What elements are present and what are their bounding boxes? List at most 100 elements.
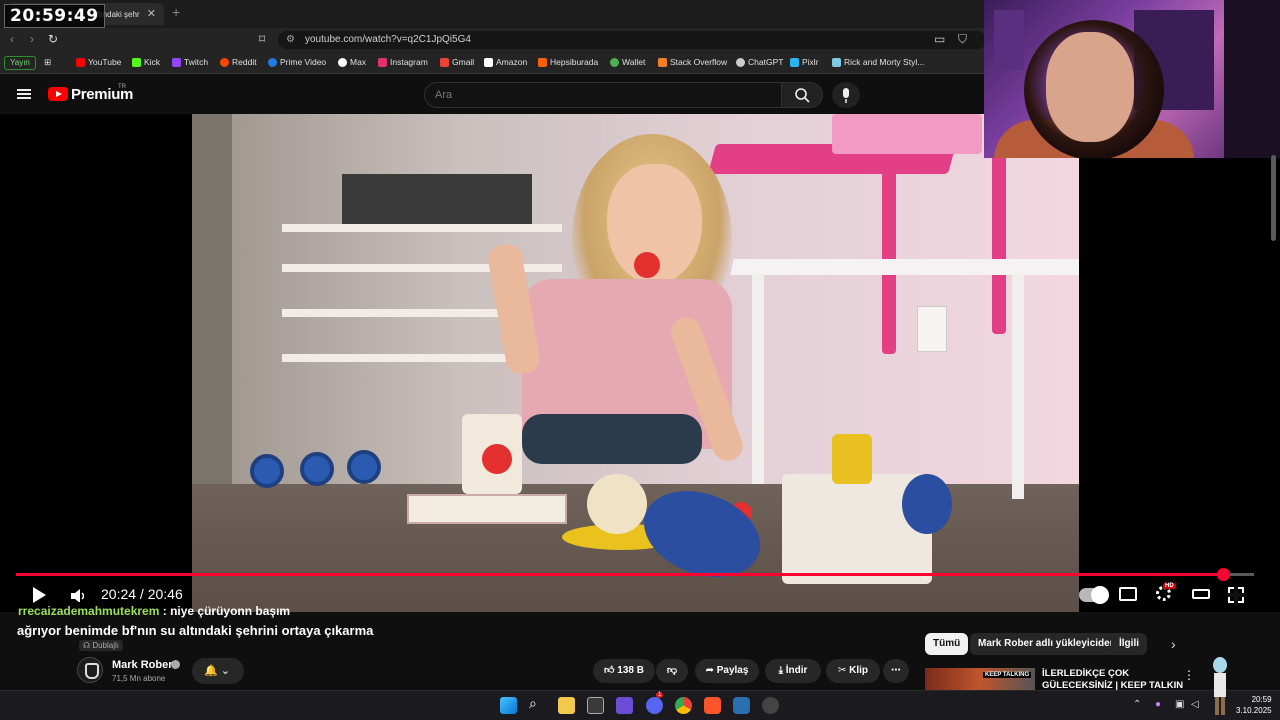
gmail-icon xyxy=(440,57,449,67)
like-button[interactable]: 👍︎ 138 B xyxy=(593,659,655,683)
share-button[interactable]: ➦ Paylaş xyxy=(695,659,759,683)
search-icon xyxy=(795,88,810,103)
chat-text: : niye çürüyonn başım xyxy=(159,604,291,618)
site-info-icon[interactable]: ⚙ xyxy=(286,31,295,49)
video-frame[interactable] xyxy=(192,114,1079,612)
recommendation-thumbnail[interactable]: KEEP TALKING xyxy=(925,668,1035,690)
rick-and-morty-icon xyxy=(832,57,841,67)
recommendation-title[interactable]: İLERLEDİKÇE ÇOK GÜLECEKSİNİZ | KEEP TALK… xyxy=(1042,668,1183,692)
chevron-right-icon[interactable]: › xyxy=(1171,636,1176,652)
speaker-icon[interactable]: ◁ xyxy=(1191,699,1199,710)
forward-icon[interactable]: › xyxy=(30,32,34,46)
discord-icon[interactable]: 1 xyxy=(646,692,664,714)
bookmark-prime-video[interactable]: Prime Video xyxy=(268,57,326,67)
bookmark-chatgpt[interactable]: ChatGPT xyxy=(736,57,783,67)
youtube-logo-icon[interactable] xyxy=(48,87,68,101)
shield-icon[interactable]: ⛉ xyxy=(958,32,967,47)
chip-related[interactable]: İlgili xyxy=(1111,633,1147,655)
kick-icon xyxy=(132,57,141,67)
bookmark-max[interactable]: Max xyxy=(338,57,366,67)
brave-icon[interactable] xyxy=(704,697,721,714)
chip-from-uploader[interactable]: Mark Rober adlı yükleyiciden xyxy=(970,633,1124,655)
voice-search-button[interactable] xyxy=(832,82,860,108)
microphone-icon xyxy=(843,88,849,103)
store-icon[interactable] xyxy=(587,697,604,714)
bookmark-icon[interactable]: ⌑ xyxy=(259,32,265,46)
video-player[interactable] xyxy=(0,0,1280,612)
bookmark-youtube[interactable]: YouTube xyxy=(76,57,121,67)
chrome-icon[interactable] xyxy=(675,697,692,714)
clip-button[interactable]: ✂ Klip xyxy=(826,659,880,683)
subscriber-count: 71,5 Mn abone xyxy=(112,674,166,683)
file-explorer-icon[interactable] xyxy=(558,697,575,714)
bookmark-wallet[interactable]: Wallet xyxy=(610,57,645,67)
amazon-icon xyxy=(484,57,493,67)
bookmark-kick[interactable]: Kick xyxy=(132,57,160,67)
apps-grid-icon[interactable]: ⊞ xyxy=(44,57,51,68)
more-icon: ⋯ xyxy=(891,665,901,676)
taskbar-clock[interactable]: 20:59 3.10.2025 xyxy=(1236,694,1272,716)
autoplay-toggle[interactable] xyxy=(1079,586,1109,604)
subscribed-bell-button[interactable]: 🔔 ⌄ xyxy=(192,658,244,684)
channel-avatar[interactable] xyxy=(77,657,103,683)
download-button[interactable]: ⤓ İndir xyxy=(765,659,821,683)
app-icon-2[interactable] xyxy=(733,697,750,714)
video-title: ağrıyor benimde bf'nın su altındaki şehr… xyxy=(17,623,374,638)
page-scrollbar[interactable] xyxy=(1271,155,1276,241)
bookmark-pixlr[interactable]: Pixlr xyxy=(790,57,819,67)
pixlr-icon xyxy=(790,57,799,67)
bookmark-hepsiburada[interactable]: Hepsiburada xyxy=(538,57,598,67)
recommendation-menu-icon[interactable]: ⋮ xyxy=(1183,668,1195,682)
dubbed-badge: ☊ Dublajlı xyxy=(79,640,124,651)
volume-icon[interactable] xyxy=(70,588,84,602)
theater-mode-icon[interactable] xyxy=(1192,589,1210,599)
instagram-icon xyxy=(378,57,387,67)
search-input[interactable]: Ara xyxy=(424,82,782,108)
scissors-icon: ✂ xyxy=(837,665,847,676)
thumbs-down-icon: 👎︎ xyxy=(666,665,678,676)
cast-icon[interactable]: ▭ xyxy=(934,32,945,46)
app-icon-3[interactable] xyxy=(762,697,779,714)
menu-icon[interactable] xyxy=(17,89,31,99)
chat-username: rrecaizademahmutekrem xyxy=(18,604,160,618)
bookmark-twitch[interactable]: Twitch xyxy=(172,57,208,67)
search-taskbar-icon[interactable]: ⌕ xyxy=(529,695,546,712)
stack-overflow-icon xyxy=(658,57,667,67)
bookmark-stack-overflow[interactable]: Stack Overflow xyxy=(658,57,727,67)
new-tab-icon[interactable]: + xyxy=(172,4,180,20)
rick-figure-icon xyxy=(1213,657,1227,715)
tray-chevron-up-icon[interactable]: ⌃ xyxy=(1133,699,1141,710)
tab-close-icon[interactable]: ✕ xyxy=(147,7,156,20)
max-icon xyxy=(338,57,347,67)
fullscreen-icon[interactable] xyxy=(1227,586,1247,606)
windows-taskbar: ⌕ 1 ⌃ ● ▣ ◁ 20:59 3.10.2025 xyxy=(0,690,1280,720)
channel-name[interactable]: Mark Rober xyxy=(112,659,173,671)
wallet-icon xyxy=(610,57,619,67)
hd-badge: HD xyxy=(1163,583,1176,589)
url-text: youtube.com/watch?v=q2C1JpQi5G4 xyxy=(305,34,471,45)
chip-all[interactable]: Tümü xyxy=(925,633,969,655)
stream-badge[interactable]: Yayın xyxy=(4,56,36,70)
search-button[interactable] xyxy=(781,82,823,108)
start-windows-icon[interactable] xyxy=(500,697,517,714)
bookmark-amazon[interactable]: Amazon xyxy=(484,57,527,67)
back-icon[interactable]: ‹ xyxy=(10,32,14,46)
bookmark-reddit[interactable]: Reddit xyxy=(220,57,257,67)
bookmark-gmail[interactable]: Gmail xyxy=(440,57,474,67)
subtitles-icon[interactable] xyxy=(1119,587,1137,601)
thumbnail-text: KEEP TALKING xyxy=(983,672,1032,678)
hepsiburada-icon xyxy=(538,57,547,67)
network-icon[interactable]: ▣ xyxy=(1175,699,1184,710)
dubbed-icon: ☊ xyxy=(83,641,93,650)
address-bar[interactable]: ⚙ youtube.com/watch?v=q2C1JpQi5G4 xyxy=(278,31,986,49)
play-icon[interactable] xyxy=(33,587,46,603)
reload-icon[interactable]: ↻ xyxy=(48,32,58,46)
video-progress-bar[interactable] xyxy=(16,568,1254,581)
reddit-icon xyxy=(220,57,229,67)
bookmark-rick-and-morty[interactable]: Rick and Morty Styl... xyxy=(832,57,924,67)
dislike-button[interactable]: 👎︎ xyxy=(656,659,688,683)
more-actions-button[interactable]: ⋯ xyxy=(883,659,909,683)
app-icon[interactable] xyxy=(616,697,633,714)
tray-mic-icon[interactable]: ● xyxy=(1155,699,1161,710)
bookmark-instagram[interactable]: Instagram xyxy=(378,57,428,67)
